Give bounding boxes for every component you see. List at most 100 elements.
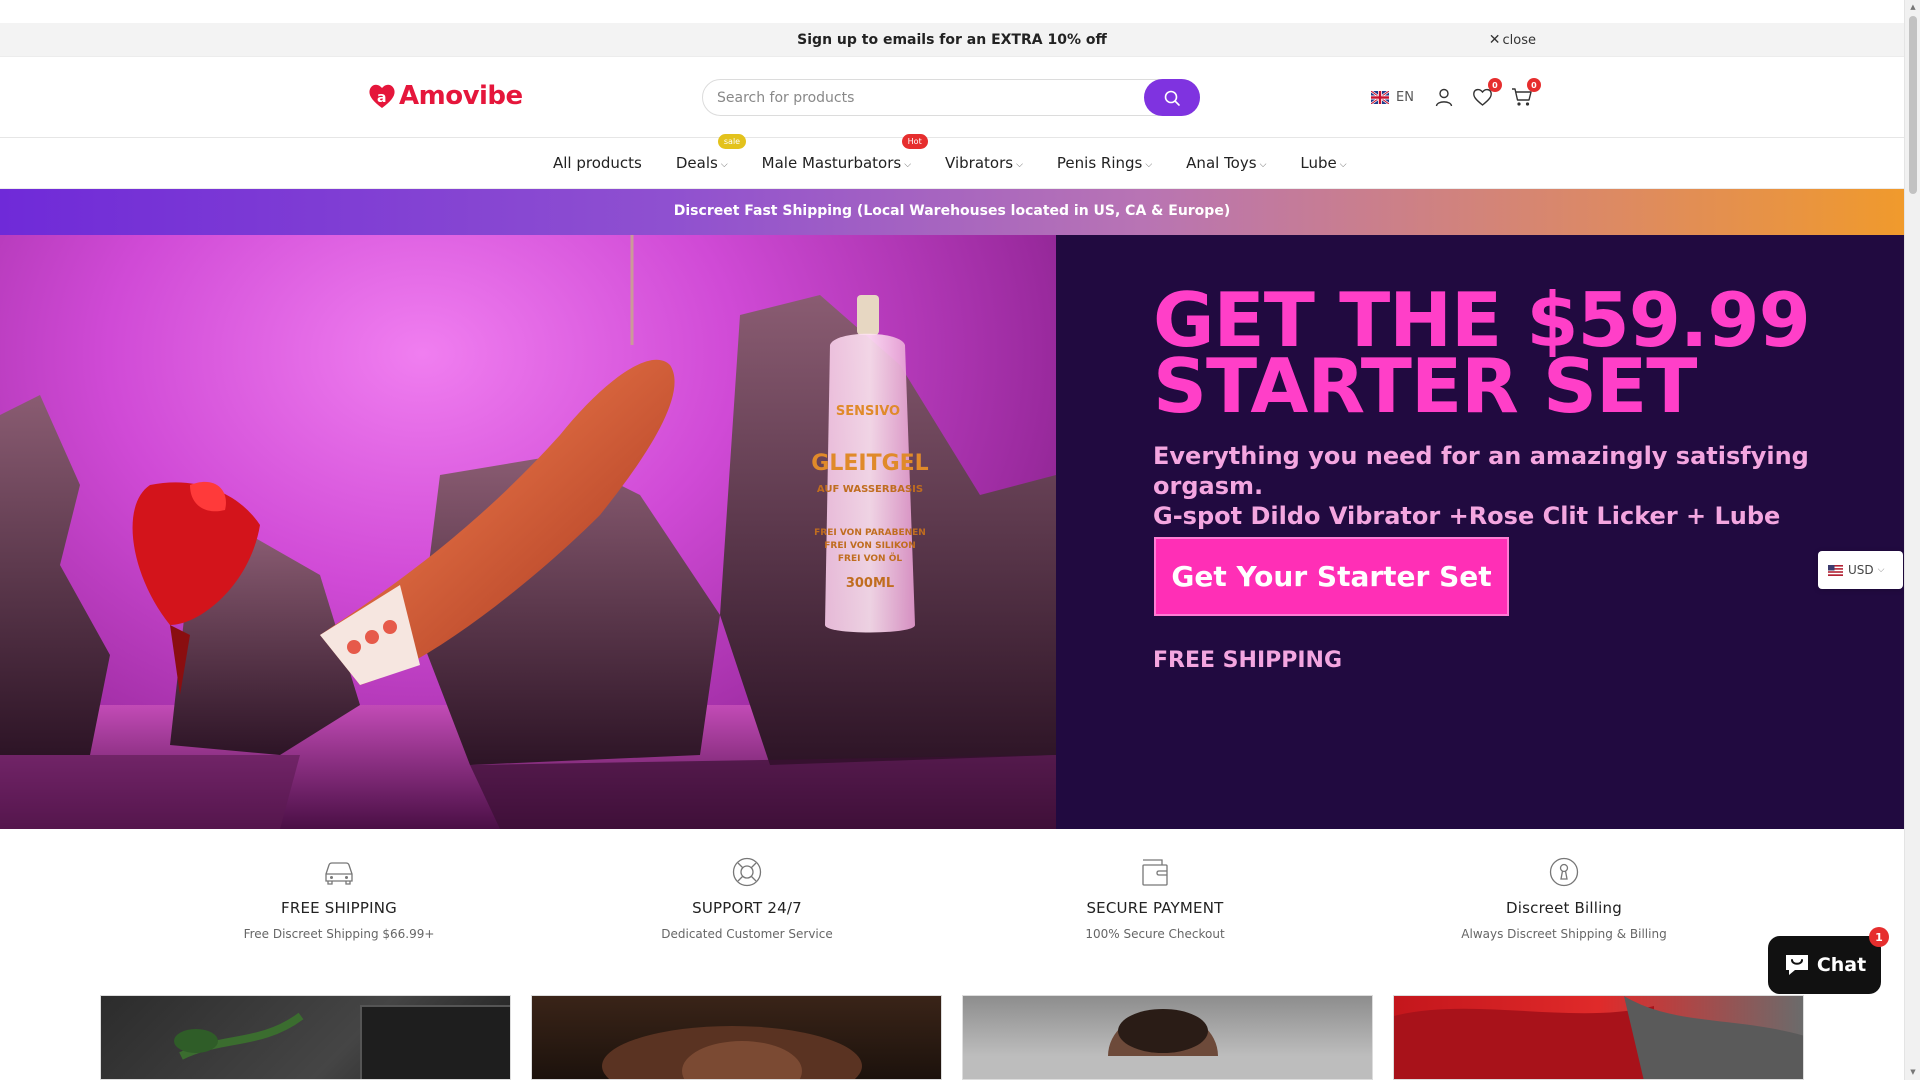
page: Sign up to emails for an EXTRA 10% off ✕…: [0, 0, 1920, 1080]
nav-item-lube[interactable]: Lube ⌵: [1300, 154, 1346, 172]
feature-title: SUPPORT 24/7: [692, 899, 802, 917]
wishlist-button[interactable]: 0: [1471, 78, 1502, 109]
bottle-line-text: FREI VON SILIKON: [824, 541, 916, 551]
shipping-banner: Discreet Fast Shipping (Local Warehouses…: [0, 189, 1904, 235]
announcement-text[interactable]: Sign up to emails for an EXTRA 10% off: [0, 32, 1904, 48]
scroll-thumb[interactable]: [1909, 16, 1917, 194]
close-icon: ✕: [1488, 32, 1501, 48]
category-tile-image: [602, 1026, 862, 1079]
nav-item-label: Penis Rings: [1056, 154, 1143, 172]
header-actions: EN 0 0: [1371, 78, 1549, 110]
nav-item-penis-rings[interactable]: Penis Rings ⌵: [1057, 154, 1152, 172]
features-row: FREE SHIPPING Free Discreet Shipping $66…: [0, 829, 1904, 995]
search-icon: [1164, 90, 1180, 106]
category-tile[interactable]: [531, 995, 942, 1080]
feature-discreet-billing: Discreet Billing Always Discreet Shippin…: [1414, 854, 1714, 941]
category-tile[interactable]: [1393, 995, 1804, 1080]
nav-item-label: Vibrators: [945, 154, 1014, 172]
logo-text: Amovibe: [399, 81, 523, 111]
cart-count-badge: 0: [1526, 78, 1541, 92]
hot-tag: Hot: [901, 134, 928, 149]
chevron-down-icon: ⌵: [1259, 159, 1267, 170]
search-bar: [702, 79, 1200, 116]
feature-support: SUPPORT 24/7 Dedicated Customer Service: [597, 854, 897, 941]
chevron-down-icon: ⌵: [1339, 159, 1347, 170]
bottle-brand-text: SENSIVO: [836, 404, 900, 419]
feature-desc: 100% Secure Checkout: [1085, 927, 1225, 941]
category-tile[interactable]: [962, 995, 1373, 1080]
chat-button[interactable]: Chat 1: [1768, 927, 1889, 994]
feature-free-shipping: FREE SHIPPING Free Discreet Shipping $66…: [189, 854, 489, 941]
category-tile-image: [963, 1009, 1372, 1079]
language-label: EN: [1396, 89, 1414, 105]
starter-set-cta-button[interactable]: Get Your Starter Set: [1154, 537, 1509, 616]
svg-text:a: a: [377, 90, 386, 106]
feature-desc: Always Discreet Shipping & Billing: [1461, 927, 1667, 941]
bottle-name-text: GLEITGEL: [811, 451, 928, 476]
nav-item-all-products[interactable]: All products: [553, 154, 642, 172]
top-strip: [0, 0, 1904, 23]
scroll-down-icon[interactable]: ▼: [1909, 1068, 1917, 1076]
us-flag-icon: [1828, 564, 1843, 576]
nav-item-label: Deals: [675, 154, 718, 172]
lifebuoy-icon: [729, 854, 765, 890]
hero-scene-illustration: SENSIVO GLEITGEL AUF WASSERBASIS FREI VO…: [0, 235, 1056, 829]
bottle-line-text: FREI VON PARABENEN: [814, 528, 926, 538]
category-tile[interactable]: [100, 995, 511, 1080]
language-selector[interactable]: EN: [1371, 90, 1414, 105]
account-button[interactable]: [1432, 85, 1456, 109]
feature-desc: Dedicated Customer Service: [661, 927, 833, 941]
nav-item-label: Lube: [1300, 154, 1337, 172]
announcement-bar: Sign up to emails for an EXTRA 10% off ✕…: [0, 23, 1904, 57]
keyhole-icon: [1546, 854, 1582, 890]
nav-item-deals[interactable]: Deals ⌵ sale: [675, 134, 747, 172]
nav-item-anal-toys[interactable]: Anal Toys ⌵: [1186, 154, 1266, 172]
chat-bubble-icon: [1785, 955, 1808, 975]
feature-secure-payment: SECURE PAYMENT 100% Secure Checkout: [1005, 854, 1305, 941]
user-icon: [1435, 88, 1453, 107]
chevron-down-icon: ⌵: [1145, 159, 1153, 170]
search-button[interactable]: [1144, 79, 1200, 116]
hero-banner[interactable]: SENSIVO GLEITGEL AUF WASSERBASIS FREI VO…: [0, 235, 1904, 829]
category-tile-image: [1394, 996, 1803, 1079]
logo-heart-icon: a: [369, 84, 395, 108]
wishlist-count-badge: 0: [1487, 78, 1502, 92]
chevron-down-icon: ⌵: [1877, 565, 1885, 575]
feature-title: SECURE PAYMENT: [1086, 899, 1224, 917]
main-nav: All products Deals ⌵ sale Male Masturbat…: [0, 134, 1904, 189]
currency-selector[interactable]: USD ⌵: [1818, 551, 1903, 589]
sale-tag: sale: [717, 134, 747, 149]
cart-button[interactable]: 0: [1510, 78, 1541, 109]
shipping-banner-text: Discreet Fast Shipping (Local Warehouses…: [673, 203, 1231, 219]
search-input[interactable]: [717, 87, 1137, 109]
hero-subtitle-line: G-spot Dildo Vibrator +Rose Clit Licker …: [1153, 502, 1781, 530]
bottle-line-text: FREI VON ÖL: [838, 553, 902, 564]
nav-item-label: All products: [553, 154, 642, 172]
close-label: close: [1502, 33, 1536, 48]
announcement-close-button[interactable]: ✕ close: [1489, 32, 1536, 48]
category-tile-image: [174, 1005, 510, 1079]
nav-item-label: Anal Toys: [1186, 154, 1257, 172]
logo[interactable]: a Amovibe: [367, 78, 523, 114]
uk-flag-icon: [1371, 90, 1389, 104]
feature-title: Discreet Billing: [1506, 899, 1622, 917]
feature-desc: Free Discreet Shipping $66.99+: [243, 927, 435, 941]
currency-label: USD: [1848, 563, 1874, 577]
car-icon: [321, 854, 357, 890]
scroll-up-icon[interactable]: ▲: [1909, 3, 1917, 11]
nav-items: All products Deals ⌵ sale Male Masturbat…: [553, 134, 1381, 172]
hero-title: GET THE $59.99 STARTER SET: [1153, 283, 1853, 424]
hero-copy: GET THE $59.99 STARTER SET Everything yo…: [1153, 283, 1873, 531]
nav-item-male-masturbators[interactable]: Male Masturbators ⌵ Hot: [761, 134, 928, 172]
chat-label: Chat: [1816, 954, 1867, 976]
nav-item-vibrators[interactable]: Vibrators ⌵: [945, 154, 1023, 172]
bottle-volume-text: 300ML: [846, 576, 894, 591]
hero-free-shipping: FREE SHIPPING: [1153, 648, 1343, 673]
page-scrollbar[interactable]: ▲ ▼: [1904, 0, 1920, 1080]
wallet-icon: [1137, 854, 1173, 890]
chevron-down-icon: ⌵: [720, 159, 728, 170]
chevron-down-icon: ⌵: [904, 159, 912, 170]
nav-item-label: Male Masturbators: [761, 154, 902, 172]
site-header: a Amovibe Search for products EN 0 0: [0, 58, 1904, 138]
chat-unread-badge: 1: [1869, 927, 1889, 947]
